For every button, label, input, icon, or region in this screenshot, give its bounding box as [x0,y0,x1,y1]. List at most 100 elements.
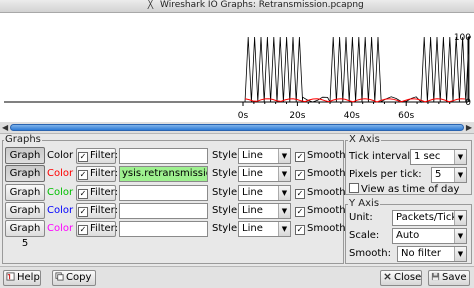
graph-2-toggle-button[interactable]: Graph 2 [5,165,45,194]
y-smooth-label: Smooth: [349,248,391,259]
graph-4-smooth-checkbox[interactable]: ✓ Smooth [295,205,346,217]
graph-5-smooth-checkbox[interactable]: ✓ Smooth [295,223,346,235]
close-icon [384,273,391,280]
graph-4-color-label[interactable]: Color [47,205,73,217]
filter-label: Filter: [90,150,118,161]
checkmark-icon: ✓ [78,170,88,180]
checkbox-box [349,183,359,193]
x-tick-label: 40s [344,111,360,121]
smooth-label: Smooth [307,205,346,216]
graph-1-style-label: Style: [212,150,241,161]
graph-3-color-label[interactable]: Color [47,187,73,199]
style-value: Line [242,187,263,198]
tick-interval-value: 1 sec [414,151,441,162]
chevron-down-icon: ▼ [454,150,466,164]
pixels-per-tick-value: 5 [435,169,442,180]
graph-1-line [4,36,470,104]
checkmark-icon: ✓ [78,225,88,235]
graph-2-color-label[interactable]: Color [47,168,73,180]
unit-value: Packets/Tick [396,212,458,223]
scale-label: Scale: [349,230,380,241]
graph-5-filter-input[interactable] [119,221,208,237]
filter-label: Filter: [90,205,118,216]
x-tick-label: 60s [398,111,414,121]
close-button[interactable]: Close [380,270,422,286]
save-button[interactable]: Save [428,270,470,286]
graph-3-filter-button[interactable]: ✓ Filter: [76,185,118,201]
graph-4-filter-button[interactable]: ✓ Filter: [76,203,118,219]
graph-2-filter-button[interactable]: ✓ Filter: [76,166,118,182]
graph-3-toggle-button[interactable]: Graph 3 [5,184,45,213]
tick-interval-select[interactable]: 1 sec ▼ [410,149,467,165]
smooth-label: Smooth [307,168,346,179]
graph-1-toggle-button[interactable]: Graph 1 [5,147,45,176]
button-bar: Help Copy Close Save [0,266,474,288]
style-value: Line [242,168,263,179]
graph-1-smooth-checkbox[interactable]: ✓ Smooth [295,150,346,162]
checkmark-icon: ✓ [295,225,305,235]
chevron-down-icon: ▼ [454,229,466,243]
graph-2-smooth-checkbox[interactable]: ✓ Smooth [295,168,346,180]
graph-4-style-label: Style: [212,205,241,216]
chevron-down-icon: ▼ [278,186,290,200]
save-label: Save [442,272,467,283]
graph-3-smooth-checkbox[interactable]: ✓ Smooth [295,187,346,199]
chevron-down-icon: ▼ [278,167,290,181]
graph-1-filter-button[interactable]: ✓ Filter: [76,148,118,164]
pixels-per-tick-select[interactable]: 5 ▼ [431,167,467,183]
graph-4-style-select[interactable]: Line ▼ [238,203,291,219]
y-smooth-value: No filter [401,248,442,259]
y-smooth-select[interactable]: No filter ▼ [397,246,467,262]
tick-interval-label: Tick interval: [349,151,414,162]
scroll-right-icon[interactable]: ▶ [466,123,472,132]
graph-1-color-label[interactable]: Color [47,150,73,162]
filter-label: Filter: [90,187,118,198]
graph-3-filter-input[interactable] [119,185,208,201]
graph-3-style-label: Style: [212,187,241,198]
help-button[interactable]: Help [3,270,41,286]
graph-1-filter-input[interactable] [119,148,208,164]
graph-5-filter-button[interactable]: ✓ Filter: [76,221,118,237]
smooth-label: Smooth [307,187,346,198]
copy-button[interactable]: Copy [52,270,96,286]
chevron-down-icon: ▼ [454,247,466,261]
unit-select[interactable]: Packets/Tick ▼ [392,210,467,226]
scale-value: Auto [396,230,420,241]
view-as-time-of-day-checkbox[interactable]: View as time of day [349,183,459,196]
graph-2-filter-input[interactable]: ysis.retransmission [119,166,208,182]
io-graph-plot[interactable]: 0s 20s 40s 60s 100 0 [0,13,474,122]
chevron-down-icon: ▼ [454,168,466,182]
checkmark-icon: ✓ [295,170,305,180]
checkmark-icon: ✓ [78,207,88,217]
graph-5-style-select[interactable]: Line ▼ [238,221,291,237]
pixels-per-tick-label: Pixels per tick: [349,169,422,180]
graph-5-color-label[interactable]: Color [47,223,73,235]
graph-3-style-select[interactable]: Line ▼ [238,185,291,201]
style-value: Line [242,150,263,161]
scrollbar-thumb[interactable] [10,124,464,131]
graph-1-style-select[interactable]: Line ▼ [238,148,291,164]
checkmark-icon: ✓ [295,189,305,199]
checkmark-icon: ✓ [78,189,88,199]
chevron-down-icon: ▼ [278,204,290,218]
copy-icon [55,272,64,281]
scroll-left-icon[interactable]: ◀ [2,123,8,132]
window-title: Wireshark IO Graphs: Retransmission.pcap… [160,0,364,10]
checkmark-icon: ✓ [78,152,88,162]
title-bar: ╳ Wireshark IO Graphs: Retransmission.pc… [0,0,474,13]
chevron-down-icon: ▼ [278,222,290,236]
graph-4-filter-input[interactable] [119,203,208,219]
graphs-legend: Graphs [4,134,42,145]
y-axis-legend: Y Axis [348,198,381,209]
graph-4-toggle-button[interactable]: Graph 4 [5,202,45,231]
unit-label: Unit: [349,212,373,223]
x11-app-icon: ╳ [147,0,154,10]
graph-2-style-label: Style: [212,168,241,179]
y-tick-label-0: 0 [465,98,471,108]
graph-2-style-select[interactable]: Line ▼ [238,166,291,182]
scale-select[interactable]: Auto ▼ [392,228,467,244]
graph-5-toggle-button[interactable]: Graph 5 [5,220,45,249]
horizontal-scrollbar[interactable]: ◀ ▶ [0,122,474,133]
checkmark-icon: ✓ [295,207,305,217]
divider [0,133,474,134]
